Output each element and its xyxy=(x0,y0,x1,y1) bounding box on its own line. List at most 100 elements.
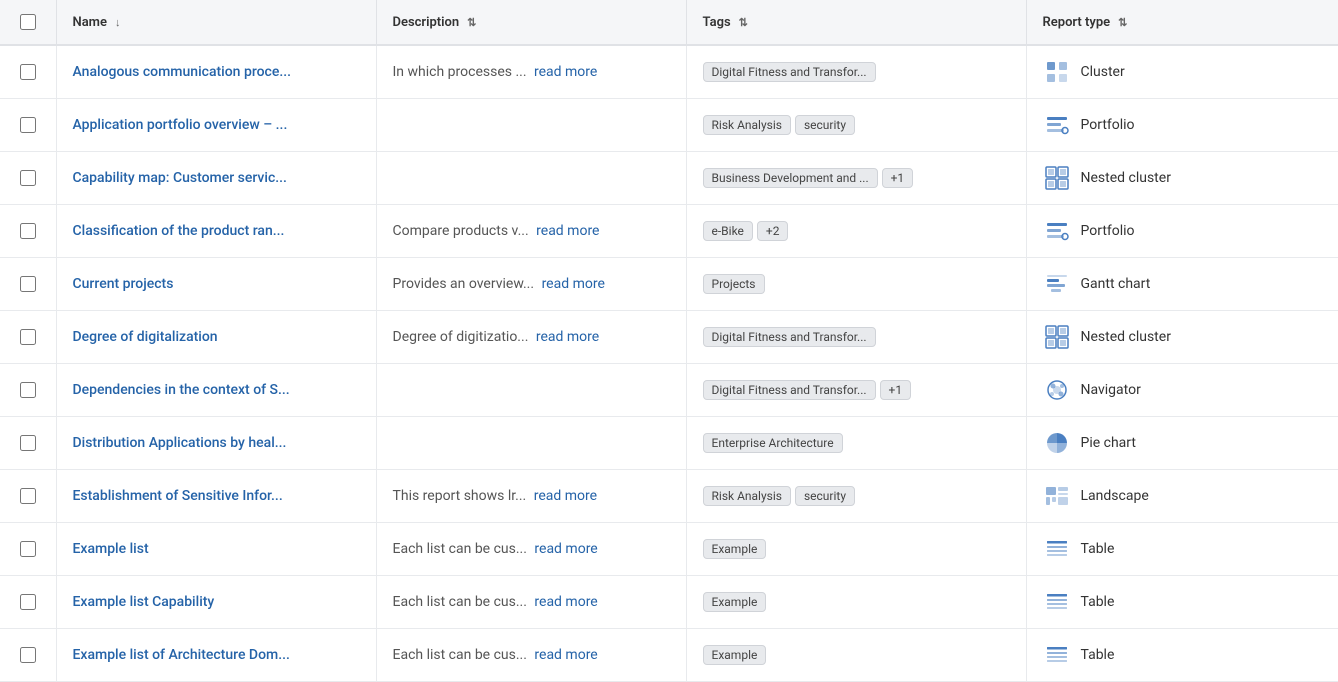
table-row: Capability map: Customer servic... Busine… xyxy=(0,152,1338,205)
row-checkbox-4[interactable] xyxy=(20,223,36,239)
row-checkbox-7[interactable] xyxy=(20,382,36,398)
row-checkbox-9[interactable] xyxy=(20,488,36,504)
report-name-link[interactable]: Current projects xyxy=(73,276,174,292)
description-column-label: Description xyxy=(393,15,460,30)
report-type-icon xyxy=(1043,429,1071,457)
row-report-type-cell: Navigator xyxy=(1026,364,1338,417)
row-name-cell: Example list xyxy=(56,523,376,576)
row-checkbox-cell xyxy=(0,629,56,682)
read-more-link[interactable]: read more xyxy=(536,329,599,345)
row-checkbox-1[interactable] xyxy=(20,64,36,80)
row-checkbox-10[interactable] xyxy=(20,541,36,557)
row-tags-cell: Example xyxy=(686,629,1026,682)
table-row: Distribution Applications by heal... Ente… xyxy=(0,417,1338,470)
report-name-link[interactable]: Application portfolio overview – ... xyxy=(73,117,288,133)
report-name-link[interactable]: Classification of the product ran... xyxy=(73,223,285,239)
report-type-label: Navigator xyxy=(1081,382,1141,398)
report-name-link[interactable]: Degree of digitalization xyxy=(73,329,218,345)
row-tags-cell: Digital Fitness and Transfor... xyxy=(686,45,1026,99)
report-type-icon xyxy=(1043,323,1071,351)
report-type-label: Cluster xyxy=(1081,64,1125,80)
tags-column-label: Tags xyxy=(703,15,731,30)
report-type-label: Table xyxy=(1081,647,1115,663)
description-column-header[interactable]: Description ⇅ xyxy=(376,0,686,45)
report-name-link[interactable]: Dependencies in the context of S... xyxy=(73,382,290,398)
row-checkbox-cell xyxy=(0,470,56,523)
row-description-cell: Compare products v... read more xyxy=(376,205,686,258)
name-column-header[interactable]: Name ↓ xyxy=(56,0,376,45)
report-type-label: Nested cluster xyxy=(1081,170,1171,186)
row-report-type-cell: Portfolio xyxy=(1026,99,1338,152)
row-report-type-cell: Cluster xyxy=(1026,45,1338,99)
read-more-link[interactable]: read more xyxy=(534,488,597,504)
row-description-cell: This report shows lr... read more xyxy=(376,470,686,523)
row-tags-cell: Business Development and ...+1 xyxy=(686,152,1026,205)
row-checkbox-3[interactable] xyxy=(20,170,36,186)
report-type-column-label: Report type xyxy=(1043,15,1111,30)
row-checkbox-cell xyxy=(0,205,56,258)
row-report-type-cell: Nested cluster xyxy=(1026,311,1338,364)
row-name-cell: Classification of the product ran... xyxy=(56,205,376,258)
row-checkbox-12[interactable] xyxy=(20,647,36,663)
read-more-link[interactable]: read more xyxy=(534,647,597,663)
report-type-label: Portfolio xyxy=(1081,117,1135,133)
row-checkbox-cell xyxy=(0,523,56,576)
description-text: Each list can be cus... xyxy=(393,541,527,557)
row-name-cell: Current projects xyxy=(56,258,376,311)
report-name-link[interactable]: Establishment of Sensitive Infor... xyxy=(73,488,283,504)
tag-badge: security xyxy=(795,115,855,135)
report-type-icon xyxy=(1043,270,1071,298)
read-more-link[interactable]: read more xyxy=(534,541,597,557)
row-tags-cell: Enterprise Architecture xyxy=(686,417,1026,470)
row-report-type-cell: Pie chart xyxy=(1026,417,1338,470)
row-checkbox-5[interactable] xyxy=(20,276,36,292)
read-more-link[interactable]: read more xyxy=(542,276,605,292)
row-name-cell: Degree of digitalization xyxy=(56,311,376,364)
row-checkbox-8[interactable] xyxy=(20,435,36,451)
row-tags-cell: Digital Fitness and Transfor... xyxy=(686,311,1026,364)
read-more-link[interactable]: read more xyxy=(534,64,597,80)
row-description-cell xyxy=(376,99,686,152)
row-report-type-cell: Gantt chart xyxy=(1026,258,1338,311)
read-more-link[interactable]: read more xyxy=(536,223,599,239)
row-checkbox-2[interactable] xyxy=(20,117,36,133)
report-type-icon xyxy=(1043,588,1071,616)
row-report-type-cell: Portfolio xyxy=(1026,205,1338,258)
select-all-header[interactable] xyxy=(0,0,56,45)
row-name-cell: Establishment of Sensitive Infor... xyxy=(56,470,376,523)
report-type-icon xyxy=(1043,376,1071,404)
report-type-icon xyxy=(1043,164,1071,192)
extra-tags-badge: +1 xyxy=(882,168,914,188)
tags-sort-icon: ⇅ xyxy=(739,16,748,29)
report-name-link[interactable]: Capability map: Customer servic... xyxy=(73,170,287,186)
row-checkbox-cell xyxy=(0,364,56,417)
report-name-link[interactable]: Example list of Architecture Dom... xyxy=(73,647,290,663)
table-row: Example list of Architecture Dom...Each … xyxy=(0,629,1338,682)
row-checkbox-cell xyxy=(0,258,56,311)
description-text: Each list can be cus... xyxy=(393,594,527,610)
tag-badge: Risk Analysis xyxy=(703,115,791,135)
report-type-sort-icon: ⇅ xyxy=(1118,16,1127,29)
row-tags-cell: Example xyxy=(686,523,1026,576)
report-type-icon xyxy=(1043,482,1071,510)
read-more-link[interactable]: read more xyxy=(534,594,597,610)
tag-badge: Digital Fitness and Transfor... xyxy=(703,380,876,400)
tag-badge: e-Bike xyxy=(703,221,753,241)
row-checkbox-6[interactable] xyxy=(20,329,36,345)
row-report-type-cell: Nested cluster xyxy=(1026,152,1338,205)
tags-column-header[interactable]: Tags ⇅ xyxy=(686,0,1026,45)
report-type-icon xyxy=(1043,58,1071,86)
select-all-checkbox[interactable] xyxy=(20,14,36,30)
table-row: Example list Capability Each list can be … xyxy=(0,576,1338,629)
row-checkbox-11[interactable] xyxy=(20,594,36,610)
row-description-cell: Each list can be cus... read more xyxy=(376,576,686,629)
report-type-column-header[interactable]: Report type ⇅ xyxy=(1026,0,1338,45)
report-type-icon xyxy=(1043,111,1071,139)
row-description-cell: Provides an overview... read more xyxy=(376,258,686,311)
row-name-cell: Example list Capability xyxy=(56,576,376,629)
report-name-link[interactable]: Analogous communication proce... xyxy=(73,64,292,80)
report-name-link[interactable]: Example list Capability xyxy=(73,594,215,610)
row-report-type-cell: Table xyxy=(1026,523,1338,576)
report-name-link[interactable]: Distribution Applications by heal... xyxy=(73,435,287,451)
report-name-link[interactable]: Example list xyxy=(73,541,149,557)
